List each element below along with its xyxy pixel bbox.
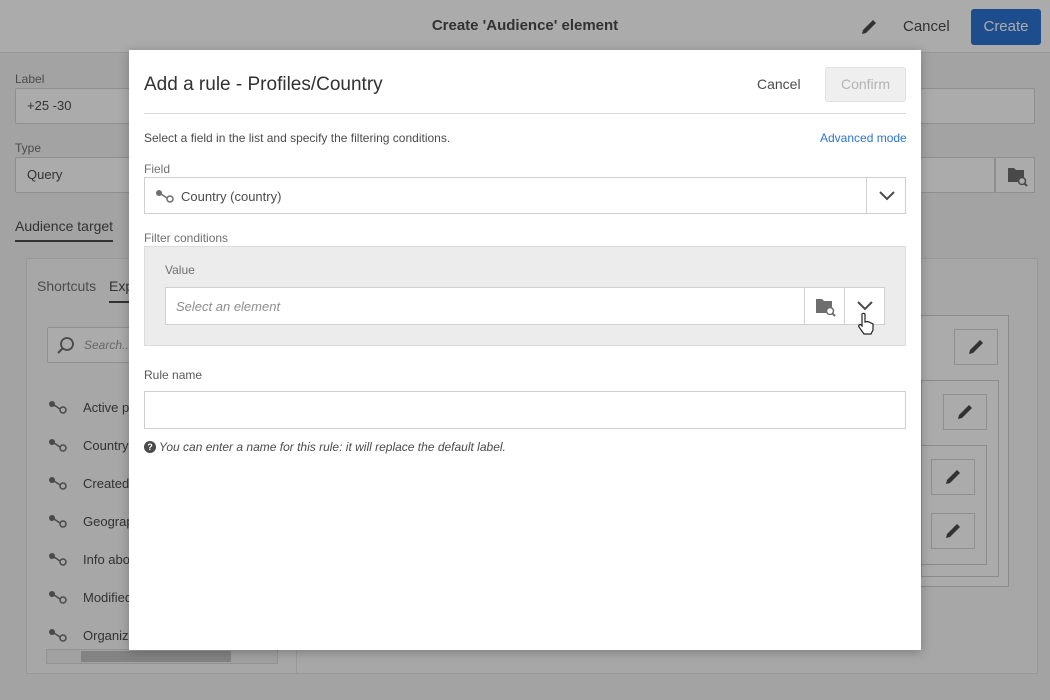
add-rule-dialog: Add a rule - Profiles/Country Cancel Con… — [129, 50, 921, 650]
field-select[interactable]: Country (country) — [144, 177, 906, 214]
field-dropdown-button[interactable] — [866, 178, 907, 213]
advanced-mode-link[interactable]: Advanced mode — [820, 131, 907, 145]
chevron-down-icon — [879, 190, 895, 200]
link-icon — [156, 190, 174, 203]
filter-conditions-box: Value Select an element — [144, 246, 906, 346]
value-browse-button[interactable] — [804, 288, 845, 324]
field-value: Country (country) — [181, 189, 282, 204]
value-placeholder: Select an element — [176, 299, 281, 314]
divider — [144, 113, 906, 114]
dialog-cancel-button[interactable]: Cancel — [757, 76, 801, 92]
chevron-down-icon — [857, 301, 873, 311]
dialog-title: Add a rule - Profiles/Country — [144, 74, 383, 95]
value-input[interactable]: Select an element — [165, 287, 885, 325]
info-icon: ? — [144, 441, 156, 453]
filter-conditions-label: Filter conditions — [144, 231, 229, 245]
dialog-confirm-button[interactable]: Confirm — [825, 67, 906, 102]
rule-name-input[interactable] — [144, 391, 906, 429]
rule-name-hint: ? You can enter a name for this rule: it… — [144, 440, 506, 454]
folder-search-icon — [816, 299, 836, 317]
rule-name-label: Rule name — [144, 368, 203, 382]
field-label: Field — [144, 162, 171, 176]
dialog-instructions: Select a field in the list and specify t… — [144, 131, 451, 145]
hint-text: You can enter a name for this rule: it w… — [159, 440, 506, 454]
cursor-hand-icon — [856, 312, 876, 336]
value-label: Value — [165, 263, 195, 277]
